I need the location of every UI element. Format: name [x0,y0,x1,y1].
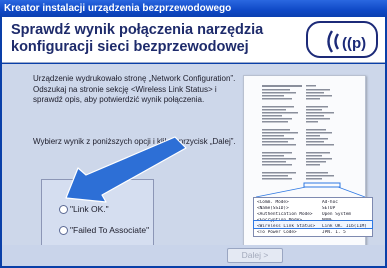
wizard-footer: Dalej > [2,245,385,266]
report-row-value: JPN. 1. 5 [322,229,346,235]
wireless-link-status-highlight [253,220,373,229]
installer-window: Kreator instalacji urządzenia bezprzewod… [0,0,387,268]
next-button[interactable]: Dalej > [227,248,283,263]
wireless-status-zoom: <Comm. Mode> Ad-hoc <Name(SSID)> SETUP <Auth… [253,197,373,237]
report-row: <To Power Code> JPN. 1. 5 [257,230,369,236]
report-row-key: <To Power Code> [257,229,297,235]
